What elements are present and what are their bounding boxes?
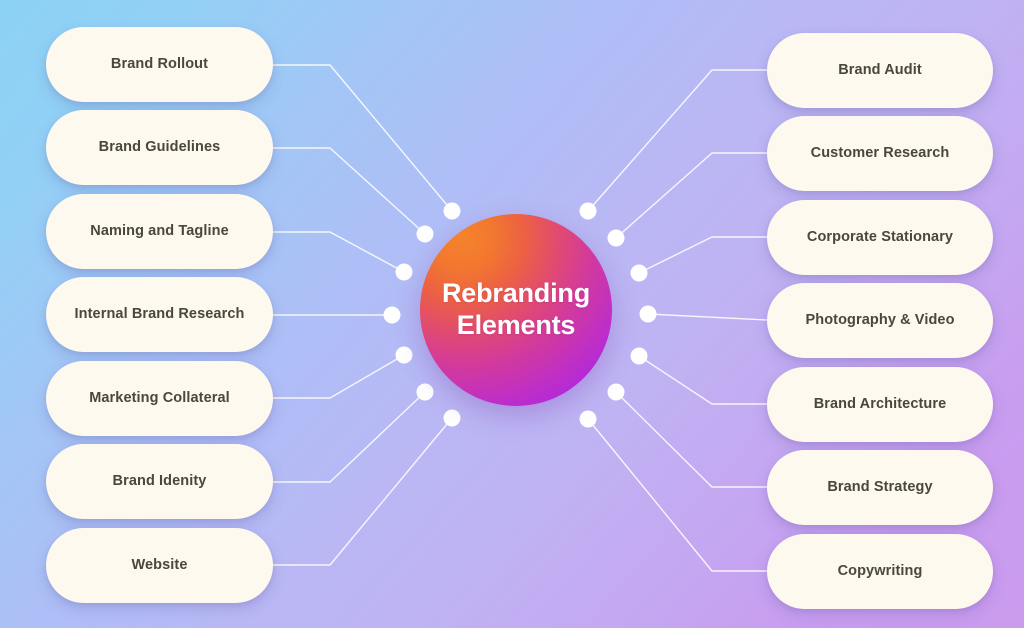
node-right-3	[630, 264, 648, 282]
node-right-4	[639, 305, 657, 323]
node-left-1	[443, 202, 461, 220]
branch-card-left-3[interactable]: Naming and Tagline	[46, 194, 273, 269]
branch-card-left-4[interactable]: Internal Brand Research	[46, 277, 273, 352]
node-left-3	[395, 263, 413, 281]
connector-left-6	[272, 391, 426, 483]
node-left-5	[395, 346, 413, 364]
branch-card-left-3-label: Naming and Tagline	[90, 222, 229, 239]
node-left-2	[416, 225, 434, 243]
branch-card-right-3[interactable]: Corporate Stationary	[767, 200, 993, 275]
branch-card-left-5-label: Marketing Collateral	[89, 389, 230, 406]
branch-card-right-6-label: Brand Strategy	[827, 478, 933, 495]
connector-right-6	[615, 391, 768, 488]
branch-card-right-1[interactable]: Brand Audit	[767, 33, 993, 108]
branch-card-left-7-label: Website	[131, 556, 188, 573]
connector-right-1	[587, 69, 768, 212]
branch-card-right-7[interactable]: Copywriting	[767, 534, 993, 609]
branch-card-left-5[interactable]: Marketing Collateral	[46, 361, 273, 436]
connector-left-7	[272, 417, 453, 566]
connector-right-3	[638, 236, 768, 274]
branch-card-left-7[interactable]: Website	[46, 528, 273, 603]
connector-right-5	[638, 355, 768, 405]
branch-card-left-6-label: Brand Idenity	[112, 472, 207, 489]
branch-card-right-7-label: Copywriting	[837, 562, 923, 579]
connector-left-1	[272, 64, 453, 212]
branch-card-right-2-label: Customer Research	[810, 144, 950, 161]
branch-card-left-2-label: Brand Guidelines	[98, 138, 221, 155]
node-right-2	[607, 229, 625, 247]
branch-card-left-1-label: Brand Rollout	[110, 55, 209, 72]
node-right-6	[607, 383, 625, 401]
connector-left-2	[272, 147, 426, 235]
connector-right-4	[647, 313, 768, 321]
branch-card-right-1-label: Brand Audit	[838, 61, 922, 78]
branch-card-left-1[interactable]: Brand Rollout	[46, 27, 273, 102]
branch-card-right-5[interactable]: Brand Architecture	[767, 367, 993, 442]
central-hub-label: Rebranding Elements	[441, 278, 590, 340]
branch-card-left-6[interactable]: Brand Idenity	[46, 444, 273, 519]
branch-card-right-2[interactable]: Customer Research	[767, 116, 993, 191]
branch-card-right-4-label: Photography & Video	[805, 311, 955, 328]
mind-map-canvas: Rebranding Elements Brand Rollout Brand …	[0, 0, 1024, 628]
branch-card-right-3-label: Corporate Stationary	[806, 228, 954, 245]
branch-card-right-6[interactable]: Brand Strategy	[767, 450, 993, 525]
node-left-6	[416, 383, 434, 401]
connector-left-3	[272, 231, 405, 273]
connector-right-7	[587, 418, 768, 572]
central-hub[interactable]: Rebranding Elements	[420, 214, 612, 406]
node-right-7	[579, 410, 597, 428]
node-right-5	[630, 347, 648, 365]
right-connectors	[587, 69, 768, 572]
connector-right-2	[615, 152, 768, 239]
connector-left-5	[272, 354, 405, 399]
node-right-1	[579, 202, 597, 220]
node-left-7	[443, 409, 461, 427]
branch-card-right-5-label: Brand Architecture	[813, 395, 947, 412]
branch-card-left-2[interactable]: Brand Guidelines	[46, 110, 273, 185]
branch-card-right-4[interactable]: Photography & Video	[767, 283, 993, 358]
node-left-4	[383, 306, 401, 324]
branch-card-left-4-label: Internal Brand Research	[74, 305, 245, 322]
